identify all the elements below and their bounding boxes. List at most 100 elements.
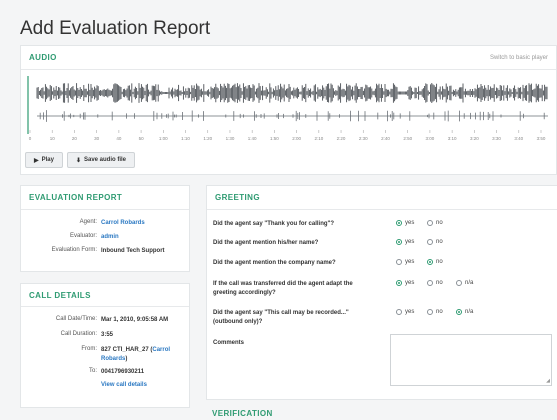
radio-button[interactable] [427, 309, 433, 315]
call-date-value: Mar 1, 2010, 9:05:58 AM [101, 317, 169, 323]
radio-button[interactable] [396, 220, 402, 226]
radio-label: yes [405, 220, 415, 226]
verification-title: VERIFICATION [212, 409, 273, 418]
timeline-label: 2:00 [292, 136, 301, 141]
radio-label: yes [405, 309, 415, 315]
call-duration-key: Call Duration: [60, 331, 97, 337]
radio-label: yes [405, 259, 415, 265]
radio-label: yes [405, 280, 415, 286]
radio-option[interactable]: no [427, 220, 443, 226]
radio-label: no [436, 259, 443, 265]
radio-option[interactable]: no [427, 259, 443, 265]
timeline-label: 3:20 [470, 136, 479, 141]
question-text: If the call was transferred did the agen… [213, 281, 353, 296]
agent-value[interactable]: Carrol Robards [101, 219, 185, 228]
radio-button[interactable] [396, 239, 402, 245]
audio-controls: ▶ Play ⬇ Save audio file [25, 152, 136, 168]
radio-button[interactable] [427, 280, 433, 286]
timeline-label: 1:50 [270, 136, 279, 141]
play-icon: ▶ [34, 157, 39, 164]
play-label: Play [41, 157, 54, 163]
timeline-label: 1:00 [159, 136, 168, 141]
view-call-details-link[interactable]: View call details [101, 381, 185, 390]
timeline-label: 3:50 [537, 136, 546, 141]
download-icon: ⬇ [75, 157, 81, 164]
radio-option[interactable]: yes [396, 280, 414, 286]
evaluator-key: Evaluator: [69, 233, 97, 239]
save-audio-button[interactable]: ⬇ Save audio file [66, 152, 136, 168]
radio-option[interactable]: n/a [456, 280, 473, 286]
call-details-header: CALL DETAILS [21, 284, 189, 307]
greeting-panel: GREETING Did the agent say "Thank you fo… [206, 185, 557, 400]
radio-button[interactable] [427, 239, 433, 245]
save-audio-label: Save audio file [84, 157, 127, 163]
timeline-label: 2:20 [337, 136, 346, 141]
comments-textarea[interactable]: ◢ [390, 334, 552, 386]
timeline-label: 2:30 [359, 136, 368, 141]
audio-title: AUDIO [29, 53, 57, 62]
radio-option[interactable]: yes [396, 239, 414, 245]
from-key: From: [81, 346, 97, 352]
radio-button[interactable] [456, 309, 462, 315]
timeline-label: 1:40 [248, 136, 257, 141]
greeting-header: GREETING [207, 186, 557, 210]
evaluation-report-title: EVALUATION REPORT [29, 193, 123, 202]
timeline-label: 2:10 [314, 136, 323, 141]
radio-option[interactable]: no [427, 309, 443, 315]
timeline-label: 30 [94, 136, 100, 141]
radio-label: no [436, 280, 443, 286]
radio-option[interactable]: no [427, 280, 443, 286]
waveform-lower [37, 110, 548, 122]
switch-player-link[interactable]: Switch to basic player [490, 55, 548, 61]
waveform-svg[interactable]: 0 10 20 30 40 50 1:00 1:10 1:20 1:30 1:40 1:50 2:00 2… [27, 74, 552, 158]
waveform-upper [36, 83, 548, 103]
timeline-label: 40 [116, 136, 122, 141]
radio-option[interactable]: no [427, 239, 443, 245]
evaluation-report-header: EVALUATION REPORT [21, 186, 189, 210]
question-text: Did the agent say "This call may be reco… [213, 310, 349, 325]
radio-option[interactable]: yes [396, 220, 414, 226]
timeline-label: 3:30 [492, 136, 501, 141]
comments-label: Comments [213, 340, 245, 346]
call-details-panel: CALL DETAILS Call Date/Time: Mar 1, 2010… [20, 283, 190, 408]
timeline-label: 1:10 [181, 136, 190, 141]
to-key: To: [88, 368, 97, 374]
timeline-label: 2:40 [381, 136, 390, 141]
from-number: 827 CTI_HAR_27 ( [101, 347, 153, 353]
timeline-label: 1:30 [226, 136, 235, 141]
timeline-label: 3:10 [448, 136, 457, 141]
radio-label: n/a [465, 280, 474, 286]
radio-option[interactable]: yes [396, 259, 414, 265]
play-button[interactable]: ▶ Play [25, 152, 63, 168]
call-date-key: Call Date/Time: [55, 316, 97, 322]
call-duration-value: 3:55 [101, 332, 114, 338]
agent-key: Agent: [79, 219, 97, 225]
from-close: ) [125, 356, 128, 362]
radio-button[interactable] [427, 259, 433, 265]
radio-button[interactable] [396, 259, 402, 265]
timeline-label: 1:20 [203, 136, 212, 141]
radio-option[interactable]: n/a [456, 309, 473, 315]
radio-button[interactable] [427, 220, 433, 226]
radio-label: no [436, 309, 443, 315]
greeting-title: GREETING [215, 193, 260, 202]
call-details-title: CALL DETAILS [29, 290, 91, 300]
timeline-label: 50 [139, 136, 145, 141]
question-text: Did the agent say "Thank you for calling… [213, 221, 335, 227]
radio-button[interactable] [456, 280, 462, 286]
radio-button[interactable] [396, 280, 402, 286]
question-text: Did the agent mention his/her name? [213, 240, 319, 246]
radio-button[interactable] [396, 309, 402, 315]
resize-grip-icon[interactable]: ◢ [546, 378, 550, 384]
to-value: 0041796930211 [101, 369, 145, 375]
timeline-label: 2:50 [403, 136, 412, 141]
page-title: Add Evaluation Report [20, 18, 211, 39]
radio-option[interactable]: yes [396, 309, 414, 315]
audio-header: AUDIO Switch to basic player [21, 46, 556, 70]
radio-label: yes [405, 239, 415, 245]
evaluator-value[interactable]: admin [101, 233, 185, 242]
timeline-label: 10 [50, 136, 56, 141]
evaluation-form-key: Evaluation Form: [51, 247, 97, 253]
waveform[interactable]: 0 10 20 30 40 50 1:00 1:10 1:20 1:30 1:40 1:50 2:00 2… [27, 74, 552, 158]
timeline-label: 0 [29, 136, 32, 141]
